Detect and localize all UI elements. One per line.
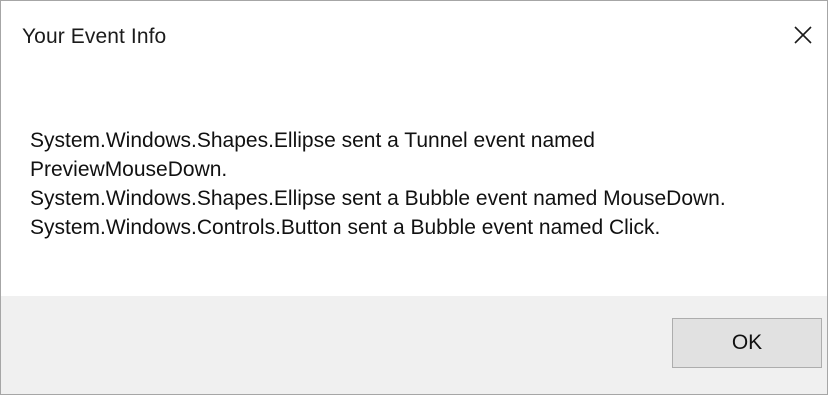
message-area: System.Windows.Shapes.Ellipse sent a Tun… bbox=[1, 73, 827, 296]
title-bar: Your Event Info bbox=[1, 1, 827, 73]
message-line: System.Windows.Shapes.Ellipse sent a Tun… bbox=[30, 129, 595, 152]
dialog-title: Your Event Info bbox=[22, 25, 167, 48]
message-line: PreviewMouseDown. bbox=[30, 158, 228, 181]
message-line: System.Windows.Shapes.Ellipse sent a Bub… bbox=[30, 187, 726, 210]
close-icon bbox=[794, 26, 812, 44]
button-bar: OK bbox=[1, 296, 827, 394]
close-button[interactable] bbox=[779, 11, 827, 59]
ok-button[interactable]: OK bbox=[672, 318, 822, 368]
message-line: System.Windows.Controls.Button sent a Bu… bbox=[30, 216, 661, 239]
message-box-dialog: Your Event Info System.Windows.Shapes.El… bbox=[0, 0, 828, 395]
message-text: System.Windows.Shapes.Ellipse sent a Tun… bbox=[30, 126, 810, 242]
